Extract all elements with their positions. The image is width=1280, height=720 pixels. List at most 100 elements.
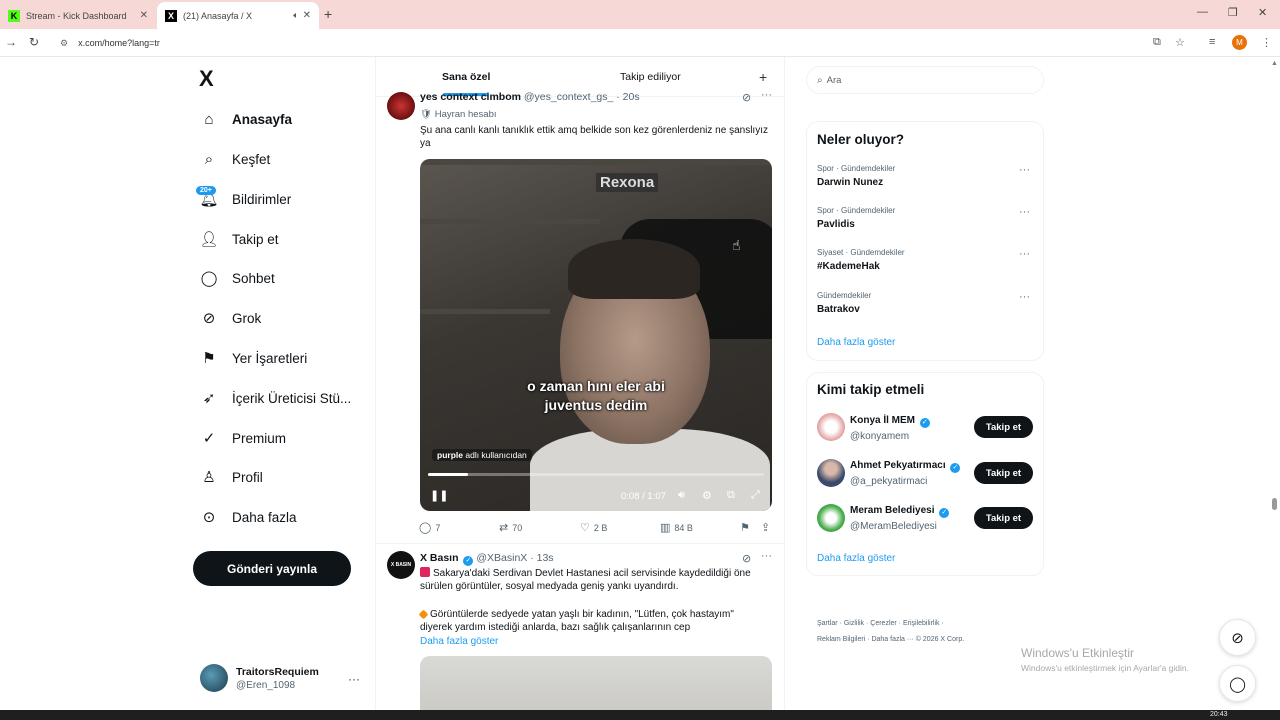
account-switcher[interactable]: TraitorsRequiem @Eren_1098	[200, 664, 319, 692]
suggested-account-name[interactable]: Konya İl MEM ✓	[850, 415, 930, 428]
trends-show-more-link[interactable]: Daha fazla göster	[817, 337, 895, 348]
trend-name[interactable]: #KademeHak	[817, 261, 880, 272]
profile-avatar[interactable]: M	[1232, 35, 1247, 50]
trend-more-icon[interactable]: ···	[1019, 248, 1030, 260]
view-count: 84 B	[674, 522, 693, 533]
account-more-icon[interactable]: ···	[348, 672, 360, 686]
like-count: 2 B	[593, 522, 608, 533]
trend-more-icon[interactable]: ···	[1019, 164, 1030, 176]
nav-more[interactable]: ⊙ Daha fazla	[200, 502, 297, 532]
add-list-icon[interactable]: +	[759, 69, 767, 85]
back-icon[interactable]: →	[5, 35, 17, 49]
search-input[interactable]: ⌕ Ara	[806, 66, 1044, 94]
messages-fab-button[interactable]: ◯	[1219, 665, 1256, 702]
trend-meta: Spor · Gündemdekiler	[817, 206, 896, 215]
browser-menu-icon[interactable]: ⋮	[1261, 36, 1272, 49]
tweet-author[interactable]: yes context cimbom @yes_context_gs_ · 20…	[420, 91, 640, 103]
nav-explore[interactable]: ⌕ Keşfet	[200, 144, 270, 174]
close-tab-icon[interactable]: ✕	[303, 10, 311, 21]
bookmark-star-icon[interactable]: ☆	[1175, 36, 1185, 49]
restore-icon[interactable]: ❐	[1228, 6, 1238, 19]
suggested-account-name[interactable]: Meram Belediyesi ✓	[850, 505, 950, 518]
bookmark-button[interactable]: ⚑	[740, 521, 754, 534]
like-button[interactable]: ♡ 2 B	[580, 521, 607, 534]
watermark-suffix: adlı kullanıcıdan	[465, 450, 527, 460]
follow-button[interactable]: Takip et	[974, 507, 1033, 529]
scrollbar-thumb[interactable]	[1272, 498, 1277, 510]
x-favicon-icon: X	[165, 9, 177, 22]
close-window-icon[interactable]: ✕	[1258, 6, 1267, 19]
suggested-account-name[interactable]: Ahmet Pekyatırmacı ✓	[850, 460, 961, 473]
nav-chat[interactable]: ◯ Sohbet	[200, 263, 275, 293]
tweet-text-line1: Sakarya'daki Serdivan Devlet Hastanesi a…	[420, 567, 765, 593]
avatar[interactable]	[817, 504, 845, 532]
grok-fab-button[interactable]: ⊘	[1219, 619, 1256, 656]
tab-for-you[interactable]: Sana özel	[442, 71, 490, 83]
trend-more-icon[interactable]: ···	[1019, 206, 1030, 218]
home-icon: ⌂	[204, 110, 214, 128]
trend-name[interactable]: Darwin Nunez	[817, 177, 883, 188]
follow-button[interactable]: Takip et	[974, 416, 1033, 438]
nav-label: Premium	[232, 430, 287, 446]
grok-icon[interactable]: ⊘	[742, 552, 751, 565]
reply-button[interactable]: ◯ 7	[419, 521, 440, 534]
volume-icon[interactable]: 🔊︎	[678, 489, 685, 502]
reload-icon[interactable]: ↻	[29, 35, 39, 49]
nav-label: Takip et	[232, 231, 279, 247]
show-more-link[interactable]: Daha fazla göster	[420, 635, 498, 648]
avatar[interactable]	[817, 413, 845, 441]
x-logo-icon[interactable]: X	[199, 66, 214, 92]
minimize-icon[interactable]: —	[1197, 6, 1208, 18]
tab-x-home[interactable]: X (21) Anasayfa / X 🔈︎ ✕	[157, 2, 319, 29]
nav-follow[interactable]: 👤︎ Takip et	[199, 224, 279, 254]
nav-premium[interactable]: ✓ Premium	[200, 423, 286, 453]
scroll-up-arrow-icon[interactable]: ▲	[1271, 60, 1278, 67]
post-button[interactable]: Gönderi yayınla	[193, 551, 351, 586]
media-control-icon[interactable]: ≡	[1209, 36, 1215, 48]
avatar[interactable]: X BASIN	[387, 551, 415, 579]
trends-title: Neler oluyor?	[817, 132, 905, 147]
who-show-more-link[interactable]: Daha fazla göster	[817, 553, 895, 564]
trend-name[interactable]: Batrakov	[817, 304, 860, 315]
retweet-icon: ⇄	[499, 522, 509, 534]
new-tab-button[interactable]: +	[324, 6, 332, 22]
avatar[interactable]	[817, 459, 845, 487]
tweet-more-icon[interactable]: ···	[761, 89, 772, 101]
views-button[interactable]: ▥ 84 B	[660, 521, 693, 534]
nav-home[interactable]: ⌂ Anasayfa	[200, 104, 292, 134]
video-progress-bar[interactable]	[428, 473, 764, 476]
avatar[interactable]	[387, 92, 415, 120]
nav-label: Grok	[232, 310, 262, 326]
fullscreen-icon[interactable]: ⤢	[751, 489, 760, 502]
settings-gear-icon[interactable]: ⚙	[702, 489, 712, 502]
nav-grok[interactable]: ⊘ Grok	[200, 303, 262, 333]
grok-icon[interactable]: ⊘	[742, 91, 751, 104]
nav-creator-studio[interactable]: ➶ İçerik Üreticisi Stü...	[200, 383, 352, 413]
trend-more-icon[interactable]: ···	[1019, 291, 1030, 303]
footer-links[interactable]: Şartlar · Gizlilik · Çerezler · Erişileb…	[817, 620, 944, 627]
more-circle-icon: ⊙	[202, 509, 216, 526]
follow-button[interactable]: Takip et	[974, 462, 1033, 484]
address-bar[interactable]: ⚙ x.com/home?lang=tr	[52, 32, 1147, 54]
site-info-icon[interactable]: ⚙	[60, 38, 68, 49]
footer-links[interactable]: Reklam Bilgileri · Daha fazla ··· © 2026…	[817, 636, 964, 643]
trend-name[interactable]: Pavlidis	[817, 219, 855, 230]
install-app-icon[interactable]: ⧉	[1153, 36, 1161, 49]
tab-following[interactable]: Takip ediliyor	[620, 71, 681, 83]
url-text: x.com/home?lang=tr	[78, 38, 160, 48]
close-tab-icon[interactable]: ✕	[140, 10, 148, 21]
tweet-author[interactable]: X Basın ✓ @XBasinX · 13s	[420, 552, 554, 566]
tweet-more-icon[interactable]: ···	[761, 550, 772, 562]
retweet-button[interactable]: ⇄ 70	[499, 521, 522, 534]
tweet-video[interactable]: Rexona o zaman hını eler abi juventus de…	[420, 159, 772, 511]
shelf	[420, 219, 600, 224]
nav-profile[interactable]: ♙ Profil	[200, 462, 263, 492]
share-button[interactable]: ⇪	[761, 521, 774, 534]
pause-icon[interactable]: ❚❚	[430, 489, 448, 502]
picture-in-picture-icon[interactable]: ⧉	[727, 489, 735, 502]
nav-bookmarks[interactable]: ⚑ Yer İşaretleri	[200, 343, 307, 373]
suggested-account-handle: @konyamem	[850, 431, 910, 442]
tab-kick-dashboard[interactable]: K Stream - Kick Dashboard ✕	[0, 2, 156, 29]
account-name: Ahmet Pekyatırmacı	[850, 460, 946, 471]
speaker-icon[interactable]: 🔈︎	[293, 10, 298, 21]
